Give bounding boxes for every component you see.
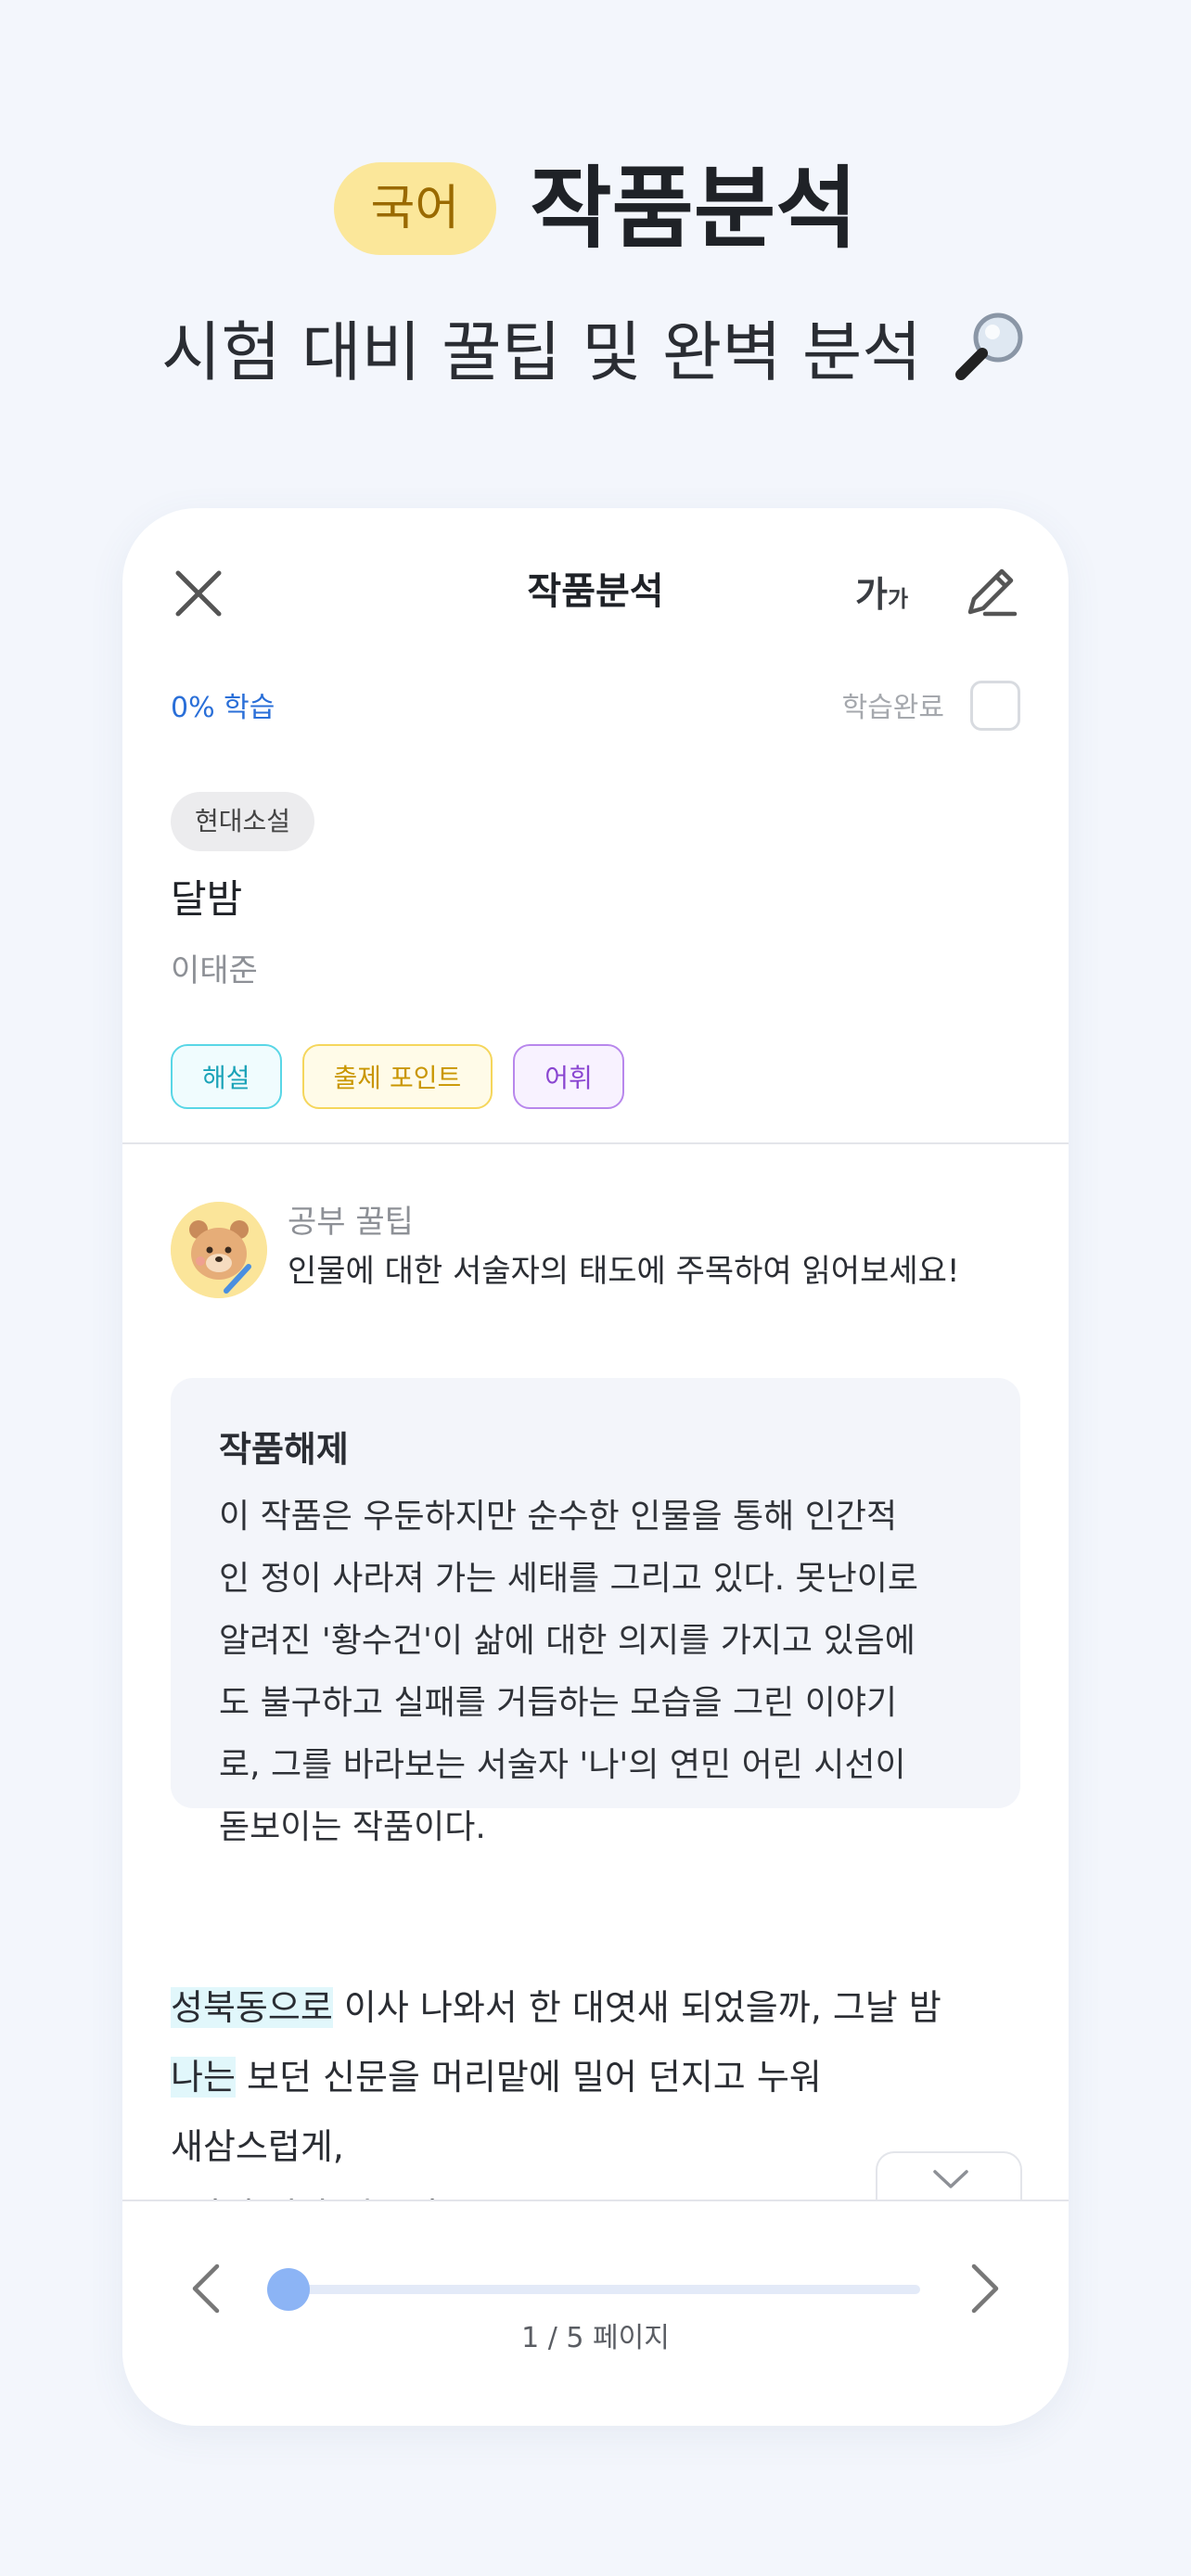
mascot-avatar: [171, 1202, 267, 1298]
analysis-line: 인 정이 사라져 가는 세태를 그리고 있다. 못난이로: [219, 1560, 918, 1598]
tag-explanation[interactable]: 해설: [171, 1044, 282, 1109]
analysis-line: 로, 그를 바라보는 서술자 '나'의 연민 어린 시선이: [219, 1746, 906, 1784]
progress-label: 0% 학습: [171, 692, 275, 724]
genre-badge: 현대소설: [171, 792, 315, 851]
divider: [122, 1142, 1069, 1144]
analysis-line: 이 작품은 우둔하지만 순수한 인물을 통해 인간적: [219, 1498, 898, 1536]
pencil-icon[interactable]: [961, 562, 1020, 621]
complete-checkbox[interactable]: [970, 681, 1020, 731]
chevron-right-icon[interactable]: [955, 2261, 1011, 2316]
analysis-box: 작품해제 이 작품은 우둔하지만 순수한 인물을 통해 인간적 인 정이 사라져…: [171, 1378, 1020, 1846]
font-size-label-big: 가: [855, 574, 888, 615]
tag-vocabulary[interactable]: 어휘: [513, 1044, 624, 1109]
tip-label: 공부 꿀팁: [288, 1204, 414, 1241]
tag-exam-point[interactable]: 출제 포인트: [301, 1044, 493, 1109]
analysis-line: 돋보이는 작품이다.: [219, 1808, 486, 1846]
work-title: 달밤: [171, 876, 243, 922]
magnifier-icon: [952, 306, 1030, 408]
tip-text: 인물에 대한 서술자의 태도에 주목하여 읽어보세요!: [288, 1253, 960, 1290]
hero-title: 작품분석: [530, 157, 858, 261]
highlighted-phrase[interactable]: 성북동으로: [171, 1987, 333, 2028]
passage-fragment: 이사 나와서 한 대엿새 되었을까, 그날 밤: [332, 1987, 941, 2028]
bottom-pager: 1 / 5 페이지: [122, 2200, 1069, 2426]
passage-fragment: 보던 신문을 머리맡에 밀어 던지고 누워: [235, 2057, 822, 2098]
hero-subtitle: 시험 대비 꿀팁 및 완벽 분석: [161, 314, 922, 391]
highlighted-phrase[interactable]: 나는: [171, 2057, 236, 2098]
analysis-title: 작품해제: [219, 1429, 349, 1470]
subject-pill: 국어: [333, 162, 497, 255]
analysis-body: 이 작품은 우둔하지만 순수한 인물을 통해 인간적 인 정이 사라져 가는 세…: [219, 1486, 972, 1858]
chevron-left-icon[interactable]: [180, 2261, 236, 2316]
tag-row: 해설 출제 포인트 어휘: [171, 1044, 624, 1109]
page-slider-track[interactable]: [267, 2285, 920, 2294]
complete-label: 학습완료: [841, 692, 944, 724]
passage-line: 성북동으로 이사 나와서 한 대엿새 되었을까, 그날 밤: [171, 1973, 1020, 2043]
analysis-line: 알려진 '황수건'이 삶에 대한 의지를 가지고 있음에: [219, 1622, 916, 1660]
page-slider-thumb[interactable]: [267, 2268, 310, 2311]
work-author: 이태준: [171, 952, 258, 989]
page-indicator: 1 / 5 페이지: [521, 2322, 670, 2354]
font-size-label-small: 가: [887, 586, 909, 612]
analysis-card: 작품분석 가가 0% 학습 학습완료 현대소설 달밤 이태준 해설 출제 포인트…: [122, 508, 1069, 2426]
hero-subtitle-row: 시험 대비 꿀팁 및 완벽 분석: [0, 306, 1191, 408]
top-bar: 작품분석 가가: [122, 508, 1069, 675]
hero-header: 국어 작품분석: [0, 158, 1191, 260]
font-size-button[interactable]: 가가: [855, 571, 908, 622]
analysis-line: 도 불구하고 실패를 거듭하는 모습을 그린 이야기: [219, 1684, 898, 1722]
page-title: 작품분석: [527, 570, 664, 613]
passage-line: 나는 보던 신문을 머리맡에 밀어 던지고 누워: [171, 2043, 1020, 2112]
